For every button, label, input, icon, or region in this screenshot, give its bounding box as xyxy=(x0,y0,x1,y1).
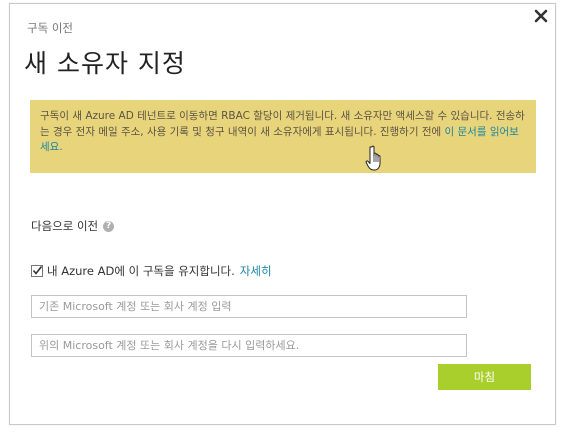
keep-subscription-row: 내 Azure AD에 이 구독을 유지합니다. 자세히 xyxy=(31,263,272,279)
keep-subscription-label: 내 Azure AD에 이 구독을 유지합니다. xyxy=(47,264,235,278)
warning-banner: 구독이 새 Azure AD 테넌트로 이동하면 RBAC 할당이 제거됩니다.… xyxy=(30,100,536,173)
move-to-label: 다음으로 이전 ? xyxy=(31,218,115,234)
help-icon[interactable]: ? xyxy=(103,220,115,232)
close-icon xyxy=(534,9,548,23)
account-input[interactable] xyxy=(31,295,467,318)
page-title: 새 소유자 지정 xyxy=(24,49,186,78)
confirm-account-input[interactable] xyxy=(31,334,467,357)
close-button[interactable] xyxy=(530,5,552,27)
hand-cursor-icon xyxy=(365,145,387,173)
learn-more-link[interactable]: 자세히 xyxy=(240,263,272,279)
finish-button[interactable]: 마침 xyxy=(438,364,531,390)
move-to-text: 다음으로 이전 xyxy=(31,219,99,233)
checkmark-icon xyxy=(32,266,43,275)
dialog-eyebrow: 구독 이전 xyxy=(27,21,73,35)
keep-subscription-checkbox[interactable] xyxy=(31,265,43,277)
